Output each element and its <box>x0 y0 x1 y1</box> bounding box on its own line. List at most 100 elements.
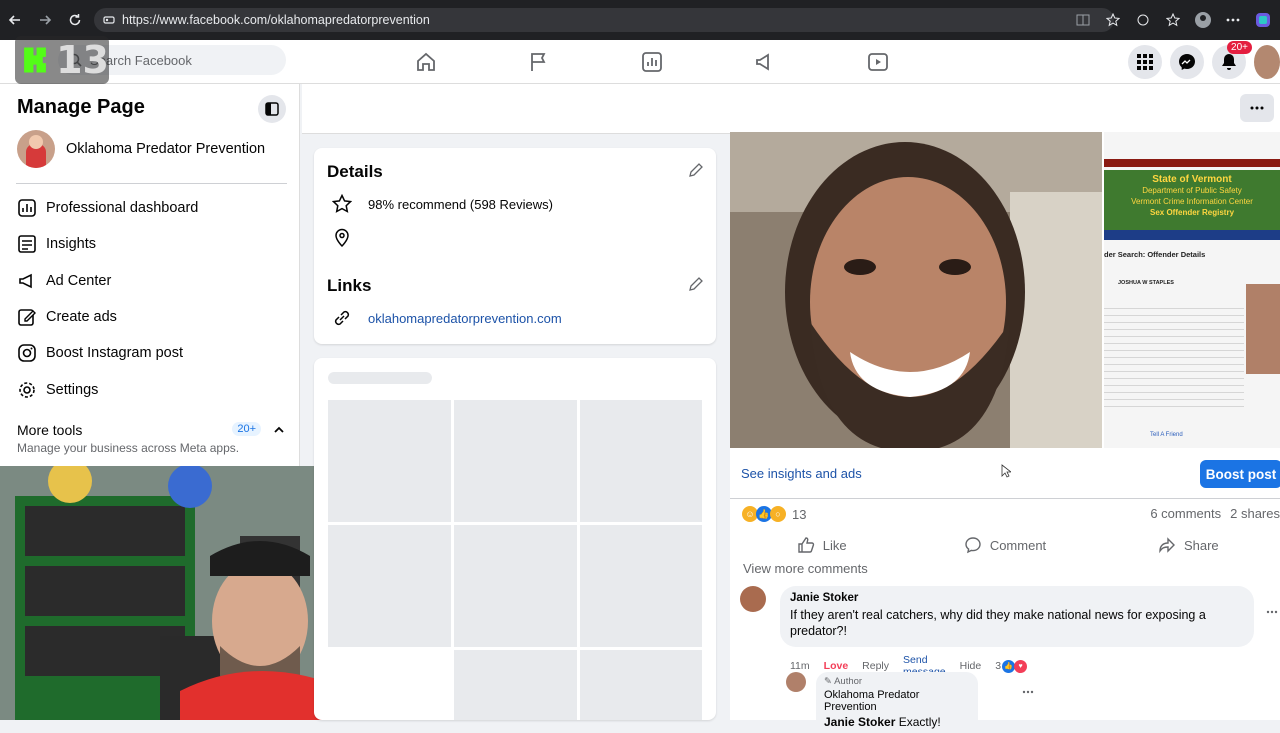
account-avatar[interactable] <box>1254 45 1280 79</box>
profile-icon[interactable] <box>1192 9 1214 31</box>
pencil-square-icon <box>17 307 37 327</box>
registry-line1: State of Vermont <box>1104 174 1280 185</box>
more-tools-section[interactable]: More tools Manage your business across M… <box>17 422 287 455</box>
reload-icon[interactable] <box>60 0 90 40</box>
address-bar[interactable]: https://www.facebook.com/oklahomapredato… <box>94 8 1114 32</box>
sidebar-toggle-button[interactable] <box>258 95 286 123</box>
comment-more-icon[interactable] <box>1266 610 1278 614</box>
star-icon <box>332 194 352 214</box>
sidebar-item-boost-instagram[interactable]: Boost Instagram post <box>17 335 287 371</box>
reply-avatar[interactable] <box>786 672 806 692</box>
main-header-bar <box>302 84 1280 134</box>
skeleton-tile <box>328 525 451 647</box>
site-info-icon[interactable] <box>102 13 116 27</box>
reactions-summary[interactable]: ☺ 👍 ○ 13 <box>742 506 806 522</box>
kick-logo-icon <box>21 40 52 80</box>
page-avatar <box>17 130 55 168</box>
author-tag-label: Author <box>834 676 862 687</box>
registry-heading: der Search: Offender Details <box>1104 250 1205 259</box>
forward-icon[interactable] <box>30 0 60 40</box>
facebook-header: Search Facebook 20+ <box>0 40 1280 84</box>
share-label: Share <box>1184 538 1219 553</box>
view-more-comments-link[interactable]: View more comments <box>743 561 868 576</box>
sidebar-item-label: Boost Instagram post <box>46 345 183 361</box>
sidebar-item-professional-dashboard[interactable]: Professional dashboard <box>17 190 287 226</box>
comment-button[interactable]: Comment <box>913 530 1096 560</box>
website-link[interactable]: oklahomapredatorprevention.com <box>368 311 562 326</box>
mouse-cursor-icon <box>1001 464 1011 478</box>
notifications-button[interactable]: 20+ <box>1212 45 1246 79</box>
comment-bubble: Janie Stoker If they aren't real catcher… <box>780 586 1254 647</box>
copilot-icon[interactable] <box>1252 9 1274 31</box>
messenger-button[interactable] <box>1170 45 1204 79</box>
menu-grid-button[interactable] <box>1128 45 1162 79</box>
skeleton-line <box>328 372 432 384</box>
comment-reply-button[interactable]: Reply <box>862 660 889 672</box>
split-screen-icon[interactable] <box>1072 9 1094 31</box>
page-switcher[interactable]: Oklahoma Predator Prevention <box>17 130 265 168</box>
registry-line3: Vermont Crime Information Center <box>1104 196 1280 207</box>
comment-love-button[interactable]: Love <box>824 660 849 672</box>
love-reaction-icon: ♥ <box>1014 660 1027 673</box>
boost-post-button[interactable]: Boost post <box>1200 460 1280 488</box>
bell-icon <box>1221 53 1237 71</box>
skeleton-tile <box>328 400 451 522</box>
loading-card <box>314 358 716 720</box>
see-insights-link[interactable]: See insights and ads <box>741 466 862 481</box>
links-title: Links <box>327 276 371 296</box>
nav-home[interactable] <box>400 40 513 84</box>
nav-pages[interactable] <box>513 40 626 84</box>
overlay-number: 13 <box>56 38 109 82</box>
comment-icon <box>964 536 982 554</box>
sidebar-item-ad-center[interactable]: Ad Center <box>17 263 287 299</box>
registry-screenshot[interactable]: State of Vermont Department of Public Sa… <box>1104 132 1280 448</box>
skeleton-tile <box>580 525 702 647</box>
comment-time[interactable]: 11m <box>790 660 810 672</box>
chart-icon <box>640 50 664 74</box>
edit-details-icon[interactable] <box>688 162 704 178</box>
browser-toolbar: https://www.facebook.com/oklahomapredato… <box>0 0 1280 40</box>
registry-name: JOSHUA W STAPLES <box>1118 280 1174 286</box>
manage-page-sidebar: Manage Page Oklahoma Predator Prevention… <box>0 84 300 466</box>
comment-reactions[interactable]: 3 👍 ♥ <box>995 660 1025 673</box>
chevron-up-icon[interactable] <box>273 424 285 436</box>
page-name: Oklahoma Predator Prevention <box>66 141 265 157</box>
nav-ads[interactable] <box>739 40 852 84</box>
post-photo[interactable] <box>730 132 1102 448</box>
comments-count[interactable]: 6 comments <box>1150 506 1221 521</box>
share-button[interactable]: Share <box>1097 530 1280 560</box>
back-icon[interactable] <box>0 0 30 40</box>
like-button[interactable]: Like <box>730 530 913 560</box>
hide-comment-button[interactable]: Hide <box>960 660 982 672</box>
reply-author[interactable]: Oklahoma Predator Prevention <box>824 689 970 713</box>
comment-reaction-count: 3 <box>995 660 1001 672</box>
details-title: Details <box>327 162 383 182</box>
favorite-star-icon[interactable] <box>1102 9 1124 31</box>
commenter-avatar[interactable] <box>740 586 766 612</box>
reaction-count: 13 <box>792 507 806 522</box>
nav-reels[interactable] <box>852 40 965 84</box>
sidebar-item-insights[interactable]: Insights <box>17 226 287 262</box>
reply-bubble: ✎ Author Oklahoma Predator Prevention Ja… <box>816 672 978 733</box>
nav-insights[interactable] <box>626 40 739 84</box>
skeleton-tile <box>580 650 702 720</box>
sidebar-item-settings[interactable]: Settings <box>17 371 287 407</box>
more-actions-button[interactable] <box>1240 94 1274 122</box>
url-text: https://www.facebook.com/oklahomapredato… <box>122 13 430 27</box>
reply-mention[interactable]: Janie Stoker <box>824 715 895 729</box>
sidebar-item-label: Professional dashboard <box>46 200 198 216</box>
skeleton-tile <box>580 400 702 522</box>
favorites-icon[interactable] <box>1162 9 1184 31</box>
more-options-icon[interactable] <box>1222 9 1244 31</box>
registry-line2: Department of Public Safety <box>1104 185 1280 196</box>
recommend-text: 98% recommend (598 Reviews) <box>368 197 553 212</box>
panel-icon <box>265 102 279 116</box>
reply-more-icon[interactable] <box>1022 690 1034 694</box>
comment-author[interactable]: Janie Stoker <box>790 592 1244 604</box>
extensions-icon[interactable] <box>1132 9 1154 31</box>
shares-count[interactable]: 2 shares <box>1230 506 1280 521</box>
sidebar-item-create-ads[interactable]: Create ads <box>17 299 287 335</box>
edit-links-icon[interactable] <box>688 276 704 292</box>
grid-icon <box>1137 54 1153 70</box>
skeleton-tile <box>454 650 577 720</box>
